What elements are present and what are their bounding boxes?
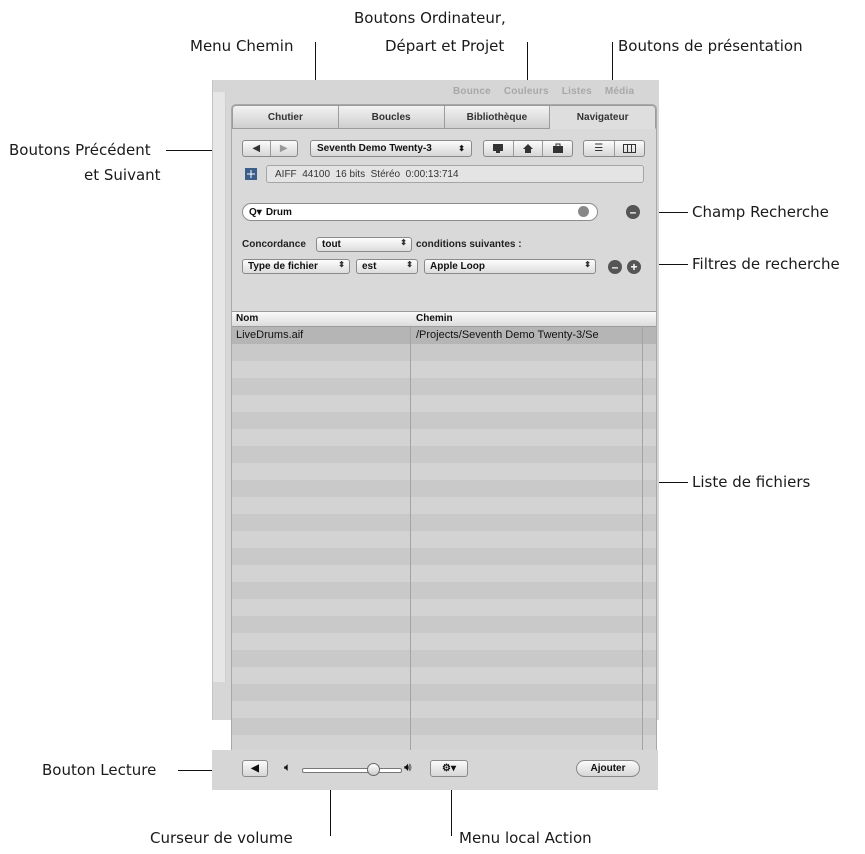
- info-rate: 44100: [302, 168, 331, 180]
- info-duration: 0:00:13:714: [405, 168, 459, 180]
- callout-curseur-volume: Curseur de volume: [150, 829, 293, 847]
- left-triangle-icon: ◀: [252, 143, 261, 154]
- speaker-high-icon: 🔊︎: [404, 760, 412, 774]
- info-channels: Stéréo: [370, 168, 401, 180]
- computer-button[interactable]: [484, 141, 514, 156]
- callout-boutons-precedent: Boutons Précédent: [9, 141, 151, 159]
- callout-menu-chemin: Menu Chemin: [190, 37, 294, 55]
- search-input-value: Drum: [265, 206, 292, 218]
- speaker-low-icon: 🔈︎: [284, 760, 292, 774]
- filter-field-popup[interactable]: Type de fichier ⬍: [242, 259, 350, 274]
- volume-slider[interactable]: [302, 768, 402, 773]
- magnifier-icon: Q▾: [249, 206, 262, 218]
- audio-file-icon: [245, 168, 257, 180]
- home-icon: [523, 144, 533, 153]
- panel-tabs: Chutier Boucles Bibliothèque Navigateur: [232, 105, 656, 129]
- play-icon: ◀: [251, 763, 259, 774]
- callout-bouton-lecture: Bouton Lecture: [42, 761, 157, 779]
- path-menu-label: Seventh Demo Twenty-3: [317, 143, 432, 154]
- file-list[interactable]: Nom Chemin LiveDrums.aif /Projects/Seven…: [232, 311, 656, 757]
- file-info-bar: AIFF 44100 16 bits Stéréo 0:00:13:714: [266, 165, 644, 183]
- project-button[interactable]: [543, 141, 572, 156]
- list-view-icon: ☰: [594, 143, 604, 154]
- column-view-icon: [622, 144, 636, 153]
- callout-filtres-recherche: Filtres de recherche: [692, 255, 840, 273]
- chevron-updown-icon: ⬍: [406, 260, 413, 269]
- right-triangle-icon: ▶: [279, 143, 288, 154]
- tab-navigateur[interactable]: Navigateur: [550, 105, 656, 129]
- chevron-updown-icon: ⬍: [584, 260, 591, 269]
- top-tab-media[interactable]: Média: [605, 86, 634, 97]
- conditions-label: conditions suivantes :: [416, 239, 522, 250]
- row-name: LiveDrums.aif: [236, 329, 304, 341]
- filter-operator-popup[interactable]: est ⬍: [356, 259, 418, 274]
- bottom-toolbar: ◀ 🔈︎ 🔊︎ ⚙▾ Ajouter: [212, 750, 658, 790]
- tab-boucles[interactable]: Boucles: [338, 105, 445, 129]
- column-header-nom[interactable]: Nom: [236, 313, 258, 324]
- navigator-panel: Chutier Boucles Bibliothèque Navigateur …: [231, 104, 657, 776]
- column-view-button[interactable]: [615, 141, 645, 156]
- top-tab-strip: Bounce Couleurs Listes Média: [453, 86, 644, 97]
- table-row[interactable]: LiveDrums.aif /Projects/Seventh Demo Twe…: [232, 327, 656, 344]
- clear-search-icon[interactable]: [578, 206, 589, 217]
- chevron-updown-icon: ⬍: [338, 260, 345, 269]
- back-forward-buttons: ◀ ▶: [242, 140, 298, 157]
- row-path: /Projects/Seventh Demo Twenty-3/Se: [416, 329, 599, 341]
- gear-icon: ⚙▾: [442, 763, 456, 774]
- add-filter-button[interactable]: +: [627, 260, 641, 274]
- action-menu[interactable]: ⚙▾: [430, 760, 468, 777]
- chevron-updown-icon: ⬍: [458, 144, 465, 153]
- location-buttons: [483, 140, 573, 157]
- volume-knob[interactable]: [366, 763, 380, 776]
- media-window: Bounce Couleurs Listes Média Chutier Bou…: [212, 80, 659, 776]
- computer-icon: [493, 144, 504, 153]
- column-header-chemin[interactable]: Chemin: [416, 313, 453, 324]
- tab-chutier[interactable]: Chutier: [232, 105, 339, 129]
- info-format: AIFF: [275, 168, 297, 180]
- callout-liste-fichiers: Liste de fichiers: [692, 473, 811, 491]
- remove-filter-button[interactable]: –: [608, 260, 622, 274]
- home-button[interactable]: [514, 141, 544, 156]
- concordance-label: Concordance: [242, 239, 306, 250]
- play-button[interactable]: ◀: [242, 760, 268, 777]
- callout-et-suivant: et Suivant: [84, 166, 161, 184]
- chevron-updown-icon: ⬍: [400, 238, 407, 247]
- top-tab-bounce[interactable]: Bounce: [453, 86, 491, 97]
- info-bits: 16 bits: [335, 168, 366, 180]
- callout-menu-action: Menu local Action: [459, 829, 592, 847]
- list-header: Nom Chemin: [232, 311, 656, 327]
- search-field[interactable]: Q▾ Drum: [242, 203, 598, 221]
- view-buttons: ☰: [583, 140, 645, 157]
- briefcase-icon: [552, 143, 563, 153]
- remove-search-button[interactable]: –: [626, 205, 640, 219]
- add-button[interactable]: Ajouter: [576, 760, 640, 777]
- filter-value-popup[interactable]: Apple Loop ⬍: [424, 259, 596, 274]
- forward-button[interactable]: ▶: [271, 141, 298, 156]
- list-view-button[interactable]: ☰: [584, 141, 615, 156]
- back-button[interactable]: ◀: [243, 141, 271, 156]
- top-tab-couleurs[interactable]: Couleurs: [504, 86, 549, 97]
- callout-depart-projet: Départ et Projet: [385, 37, 505, 55]
- column-divider: [410, 327, 411, 757]
- top-tab-listes[interactable]: Listes: [562, 86, 592, 97]
- callout-boutons-presentation: Boutons de présentation: [618, 37, 803, 55]
- column-divider: [642, 327, 643, 757]
- path-menu[interactable]: Seventh Demo Twenty-3 ⬍: [310, 140, 472, 157]
- callout-champ-recherche: Champ Recherche: [692, 203, 829, 221]
- left-edge-strip: [213, 92, 226, 682]
- concordance-popup[interactable]: tout ⬍: [316, 237, 412, 252]
- tab-bibliotheque[interactable]: Bibliothèque: [444, 105, 551, 129]
- callout-boutons-ordinateur: Boutons Ordinateur,: [354, 9, 506, 27]
- list-rows: LiveDrums.aif /Projects/Seventh Demo Twe…: [232, 327, 656, 757]
